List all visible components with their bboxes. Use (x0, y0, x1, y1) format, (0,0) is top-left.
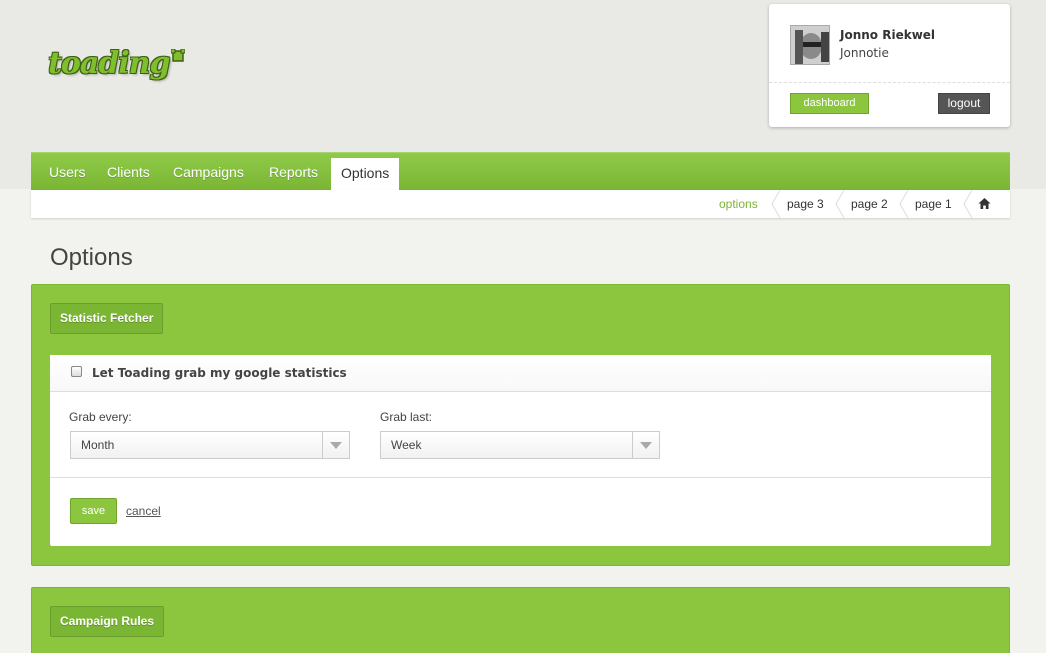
user-name: Jonno Riekwel (840, 28, 936, 42)
breadcrumb-separator-icon (963, 190, 973, 218)
avatar-photo-icon (791, 26, 829, 64)
breadcrumb-page-1[interactable]: page 1 (915, 190, 952, 218)
campaign-rules-tab[interactable]: Campaign Rules (50, 606, 165, 637)
dashboard-button[interactable]: dashboard (790, 93, 869, 114)
chevron-down-icon[interactable] (632, 432, 659, 458)
campaign-rules-panel: Campaign Rules (31, 587, 1010, 653)
statistic-fetcher-panel: Statistic Fetcher Let Toading grab my go… (31, 284, 1010, 566)
breadcrumb-page-2[interactable]: page 2 (851, 190, 888, 218)
logo-mark-icon (171, 49, 185, 62)
nav-item-reports[interactable]: Reports (269, 153, 318, 190)
grab-last-select[interactable]: Week (380, 431, 660, 459)
home-icon[interactable] (978, 197, 991, 210)
form-divider (50, 477, 991, 478)
grab-last-label: Grab last: (380, 410, 433, 424)
user-handle: Jonnotie (840, 46, 889, 60)
grab-every-value: Month (81, 438, 115, 452)
toading-logo[interactable]: toading (48, 46, 170, 81)
google-statistics-label[interactable]: Let Toading grab my google statistics (92, 366, 347, 380)
grab-last-value: Week (391, 438, 422, 452)
user-card: Jonno Riekwel Jonnotie dashboard logout (769, 4, 1010, 127)
statistic-fetcher-tab[interactable]: Statistic Fetcher (50, 303, 164, 334)
avatar[interactable] (790, 25, 830, 65)
form-header: Let Toading grab my google statistics (50, 355, 991, 392)
grab-every-label: Grab every: (69, 410, 132, 424)
grab-every-select[interactable]: Month (70, 431, 350, 459)
chevron-down-icon[interactable] (322, 432, 349, 458)
breadcrumb-separator-icon (835, 190, 845, 218)
breadcrumb-separator-icon (771, 190, 781, 218)
nav-item-campaigns[interactable]: Campaigns (173, 153, 244, 190)
cancel-link[interactable]: cancel (126, 504, 161, 518)
statistic-fetcher-form: Let Toading grab my google statistics Gr… (50, 355, 991, 546)
card-divider (769, 82, 1010, 83)
main-nav: Users Clients Campaigns Reports Options (31, 152, 1010, 191)
breadcrumb-page-3[interactable]: page 3 (787, 190, 824, 218)
breadcrumb: options page 3 page 2 page 1 (31, 190, 1010, 218)
breadcrumb-separator-icon (899, 190, 909, 218)
page-title: Options (50, 244, 133, 271)
nav-item-clients[interactable]: Clients (107, 153, 150, 190)
nav-item-users[interactable]: Users (49, 153, 86, 190)
google-statistics-checkbox[interactable] (71, 366, 82, 377)
breadcrumb-options[interactable]: options (719, 190, 758, 218)
logout-button[interactable]: logout (938, 93, 990, 114)
nav-item-options[interactable]: Options (331, 158, 400, 191)
save-button[interactable]: save (70, 498, 117, 524)
